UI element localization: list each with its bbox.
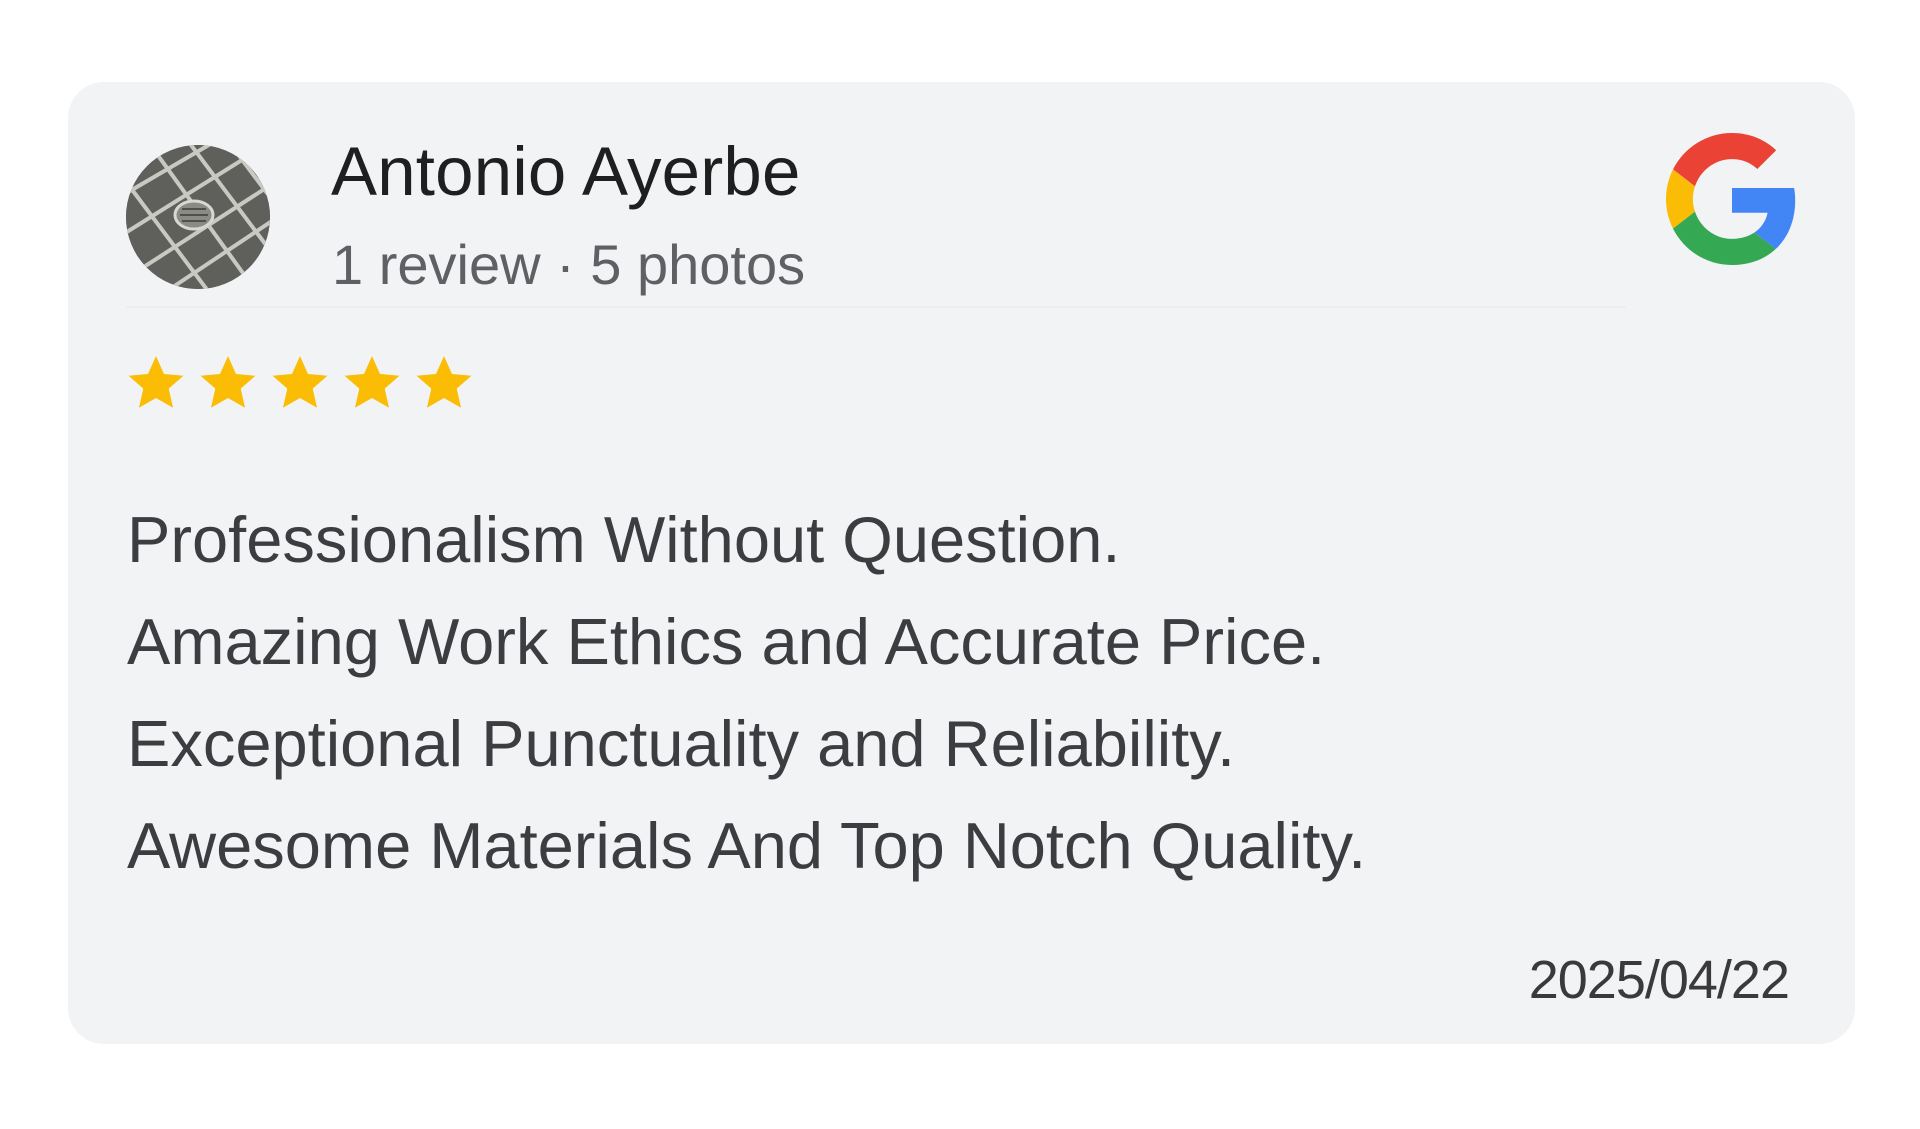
review-text: Professionalism Without Question. Amazin… [127, 489, 1727, 897]
review-line: Exceptional Punctuality and Reliability. [127, 707, 1236, 780]
star-icon [416, 356, 472, 408]
review-card: Antonio Ayerbe 1 review · 5 photos Profe… [68, 82, 1855, 1044]
star-icon [128, 356, 184, 408]
review-line: Amazing Work Ethics and Accurate Price. [127, 605, 1326, 678]
review-line: Awesome Materials And Top Notch Quality. [127, 809, 1367, 882]
review-line: Professionalism Without Question. [127, 503, 1121, 576]
avatar-image [126, 145, 270, 289]
avatar[interactable] [126, 145, 270, 289]
author-name[interactable]: Antonio Ayerbe [331, 132, 801, 211]
header-divider [126, 306, 1626, 308]
review-date: 2025/04/22 [1528, 950, 1790, 1010]
author-meta[interactable]: 1 review · 5 photos [332, 232, 805, 297]
star-icon [344, 356, 400, 408]
star-rating [125, 352, 475, 414]
star-icon [200, 356, 256, 408]
google-g-icon [1666, 133, 1796, 265]
star-icon [272, 356, 328, 408]
